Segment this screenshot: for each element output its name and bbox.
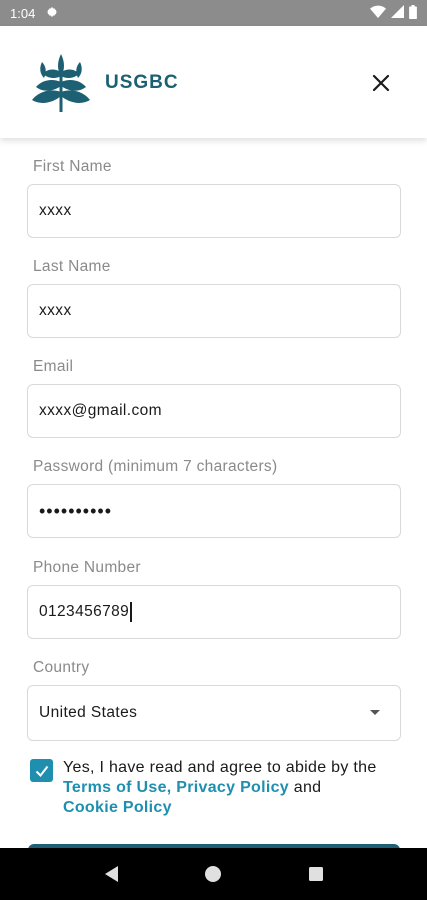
signal-icon <box>391 5 404 21</box>
close-button[interactable] <box>368 70 394 96</box>
privacy-policy-link[interactable]: Privacy Policy <box>176 779 289 796</box>
recents-button[interactable] <box>304 862 328 886</box>
password-value: •••••••••• <box>39 500 113 521</box>
first-name-field[interactable]: xxxx <box>27 184 401 238</box>
status-time: 1:04 <box>10 5 36 21</box>
text-cursor <box>130 602 132 622</box>
system-nav-bar <box>0 848 427 900</box>
first-name-label: First Name <box>33 158 112 175</box>
terms-of-use-link[interactable]: Terms of Use, <box>63 779 172 796</box>
back-button[interactable] <box>99 862 123 886</box>
password-field[interactable]: •••••••••• <box>27 484 401 538</box>
last-name-label: Last Name <box>33 258 111 275</box>
email-field[interactable]: xxxx@gmail.com <box>27 384 401 438</box>
home-icon <box>205 866 222 882</box>
last-name-field[interactable]: xxxx <box>27 284 401 338</box>
brand-title: USGBC <box>105 72 179 93</box>
agreement-row: Yes, I have read and agree to abide by t… <box>30 758 400 818</box>
country-select[interactable]: United States <box>27 685 401 741</box>
agreement-text: Yes, I have read and agree to abide by t… <box>63 758 400 818</box>
back-icon <box>105 866 119 882</box>
phone-value: 0123456789 <box>39 603 130 620</box>
country-value: United States <box>39 704 138 721</box>
gear-icon <box>45 5 59 22</box>
battery-icon <box>409 4 417 22</box>
recents-icon <box>308 867 323 881</box>
dropdown-arrow-icon <box>370 710 380 715</box>
email-value: xxxx@gmail.com <box>39 402 162 419</box>
signup-form: First Name xxxx Last Name xxxx Email xxx… <box>0 138 427 848</box>
agree-checkbox[interactable] <box>30 759 53 782</box>
status-bar: 1:04 <box>0 0 427 26</box>
password-label: Password (minimum 7 characters) <box>33 458 278 475</box>
cookie-policy-link[interactable]: Cookie Policy <box>63 799 172 816</box>
agreement-and: and <box>289 779 322 796</box>
last-name-value: xxxx <box>39 302 72 319</box>
country-label: Country <box>33 659 90 676</box>
agreement-text-start: Yes, I have read and agree to abide by t… <box>63 759 377 776</box>
first-name-value: xxxx <box>39 202 72 219</box>
phone-field[interactable]: 0123456789 <box>27 585 401 639</box>
email-label: Email <box>33 358 74 375</box>
app-header: USGBC <box>0 26 427 138</box>
close-icon <box>372 74 390 92</box>
wifi-icon <box>370 5 386 22</box>
home-button[interactable] <box>201 862 225 886</box>
usgbc-logo-icon <box>30 52 92 112</box>
phone-label: Phone Number <box>33 559 141 576</box>
checkmark-icon <box>35 765 48 777</box>
